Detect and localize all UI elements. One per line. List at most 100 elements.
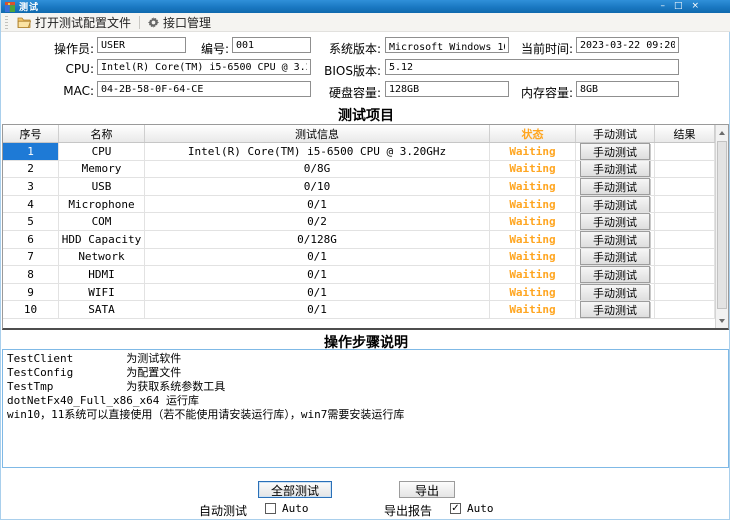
open-folder-icon [17,17,31,28]
table-row[interactable]: 3USB0/10Waiting手动测试 [3,178,728,196]
cell-info: 0/1 [145,249,490,267]
cell-status: Waiting [490,143,576,161]
table-body: 1CPUIntel(R) Core(TM) i5-6500 CPU @ 3.20… [3,143,728,327]
table-row[interactable]: 6HDD Capacity0/128GWaiting手动测试 [3,231,728,249]
cell-status: Waiting [490,213,576,231]
cell-no: 6 [3,231,59,249]
cell-name: WIFI [59,284,145,302]
cell-manual: 手动测试 [576,178,655,196]
test-items-title: 测试项目 [1,105,730,125]
cell-manual: 手动测试 [576,231,655,249]
ram-input[interactable] [576,81,679,97]
cell-no: 5 [3,213,59,231]
cell-result [655,196,715,214]
cell-status: Waiting [490,196,576,214]
window-title: 测试 [19,0,39,13]
cell-no: 1 [3,143,59,161]
cpu-label: CPU: [41,62,94,76]
hdd-input[interactable] [385,81,509,97]
manual-test-button[interactable]: 手动测试 [580,196,650,213]
cell-name: Microphone [59,196,145,214]
col-header-manual[interactable]: 手动测试 [576,125,655,142]
table-row[interactable]: 9WIFI0/1Waiting手动测试 [3,284,728,302]
close-button[interactable]: × [691,1,699,12]
operator-label: 操作员: [41,40,94,57]
steps-box: TestClient 为测试软件 TestConfig 为配置文件 TestTm… [2,349,729,468]
cell-result [655,213,715,231]
table-row[interactable]: 5COM0/2Waiting手动测试 [3,213,728,231]
table-row[interactable]: 8HDMI0/1Waiting手动测试 [3,266,728,284]
cell-result [655,249,715,267]
interface-mgmt-label: 接口管理 [163,14,211,31]
cell-manual: 手动测试 [576,213,655,231]
export-report-checkbox[interactable]: ✓ [450,503,461,514]
number-input[interactable] [232,37,311,53]
manual-test-button[interactable]: 手动测试 [580,249,650,266]
open-config-button[interactable]: 打开测试配置文件 [12,13,136,32]
titlebar: 测试 – □ × [1,0,730,13]
cell-manual: 手动测试 [576,196,655,214]
table-vertical-scrollbar[interactable] [715,125,728,328]
scrollbar-thumb[interactable] [717,141,727,309]
scroll-up-icon[interactable] [716,125,728,140]
cell-name: COM [59,213,145,231]
cell-name: CPU [59,143,145,161]
cell-no: 8 [3,266,59,284]
table-row[interactable]: 1CPUIntel(R) Core(TM) i5-6500 CPU @ 3.20… [3,143,728,161]
cell-manual: 手动测试 [576,284,655,302]
interface-mgmt-button[interactable]: 接口管理 [143,13,216,32]
manual-test-button[interactable]: 手动测试 [580,143,650,160]
manual-test-button[interactable]: 手动测试 [580,284,650,301]
cell-info: 0/10 [145,178,490,196]
auto-test-checkbox[interactable] [265,503,276,514]
cell-status: Waiting [490,178,576,196]
auto-test-option-label: Auto [282,502,309,515]
col-header-result[interactable]: 结果 [655,125,715,142]
manual-test-button[interactable]: 手动测试 [580,301,650,318]
table-header: 序号 名称 测试信息 状态 手动测试 结果 [3,125,728,143]
test-items-table: 序号 名称 测试信息 状态 手动测试 结果 1CPUIntel(R) Core(… [2,124,729,330]
manual-test-button[interactable]: 手动测试 [580,161,650,178]
cell-no: 4 [3,196,59,214]
table-row[interactable]: 4Microphone0/1Waiting手动测试 [3,196,728,214]
cell-manual: 手动测试 [576,161,655,179]
scroll-down-icon[interactable] [716,313,728,328]
auto-test-label: 自动测试 [199,502,247,519]
export-button[interactable]: 导出 [399,481,455,498]
cell-status: Waiting [490,231,576,249]
minimize-button[interactable]: – [660,1,665,12]
manual-test-button[interactable]: 手动测试 [580,231,650,248]
time-input[interactable] [576,37,679,53]
col-header-no[interactable]: 序号 [3,125,59,142]
test-all-button[interactable]: 全部测试 [258,481,332,498]
manual-test-button[interactable]: 手动测试 [580,266,650,283]
steps-text[interactable]: TestClient 为测试软件 TestConfig 为配置文件 TestTm… [3,350,728,424]
cell-manual: 手动测试 [576,249,655,267]
bios-input[interactable] [385,59,679,75]
cell-result [655,231,715,249]
maximize-button[interactable]: □ [674,1,683,12]
export-report-option-label: Auto [467,502,494,515]
operator-input[interactable] [97,37,186,53]
col-header-name[interactable]: 名称 [59,125,145,142]
cell-name: USB [59,178,145,196]
mac-label: MAC: [41,84,94,98]
manual-test-button[interactable]: 手动测试 [580,213,650,230]
cell-info: Intel(R) Core(TM) i5-6500 CPU @ 3.20GHz [145,143,490,161]
cell-result [655,178,715,196]
table-row[interactable]: 7Network0/1Waiting手动测试 [3,249,728,267]
cell-manual: 手动测试 [576,266,655,284]
table-row[interactable]: 2Memory0/8GWaiting手动测试 [3,161,728,179]
mac-input[interactable] [97,81,311,97]
time-label: 当前时间: [513,40,573,57]
toolbar-grip[interactable] [5,16,8,29]
col-header-status[interactable]: 状态 [490,125,576,142]
cell-info: 0/1 [145,266,490,284]
manual-test-button[interactable]: 手动测试 [580,178,650,195]
table-row[interactable]: 10SATA0/1Waiting手动测试 [3,301,728,319]
os-input[interactable] [385,37,509,53]
cell-info: 0/2 [145,213,490,231]
cpu-input[interactable] [97,59,311,75]
cell-info: 0/1 [145,301,490,319]
col-header-info[interactable]: 测试信息 [145,125,490,142]
